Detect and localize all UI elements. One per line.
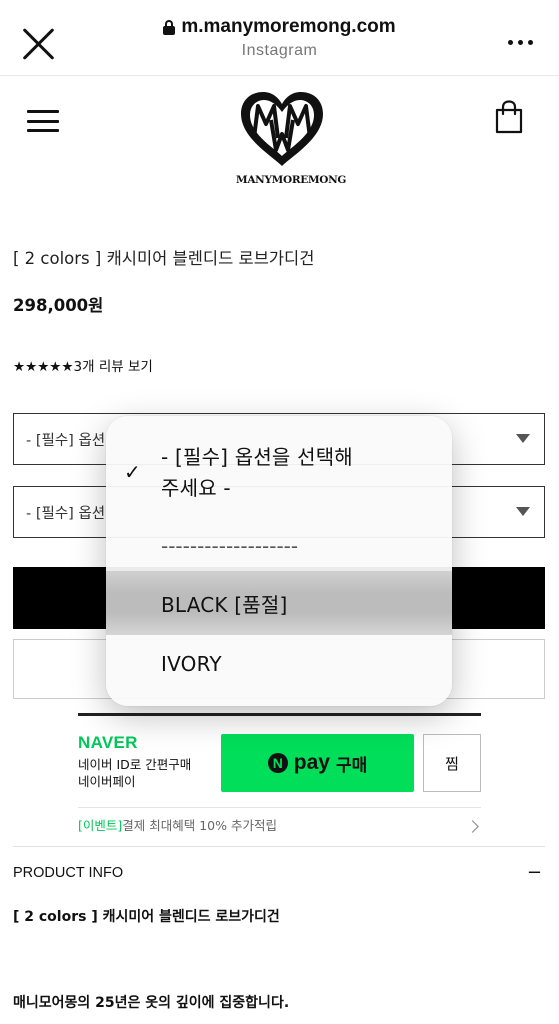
chevron-down-icon	[516, 507, 530, 516]
option-ivory-label: IVORY	[161, 652, 222, 676]
url-display: m.manymoremong.com	[163, 16, 396, 38]
event-banner[interactable]: [이벤트]결제 최대혜택 10% 추가적립	[78, 807, 481, 834]
section-divider	[13, 846, 545, 847]
product-price: 298,000원	[13, 296, 104, 315]
placeholder-line1: - [필수] 옵션을 선택해	[161, 445, 353, 469]
dropdown-option-black[interactable]: BLACK [품절]	[106, 571, 452, 635]
placeholder-line2: 주세요 -	[161, 476, 231, 500]
npay-buy-button[interactable]: N pay 구매	[221, 734, 414, 792]
more-options-icon[interactable]	[508, 40, 533, 45]
site-logo[interactable]: MANYMOREMONG	[236, 90, 347, 190]
npay-buy-label: 구매	[335, 755, 368, 776]
menu-icon[interactable]	[27, 110, 59, 132]
dropdown-option-ivory[interactable]: IVORY	[106, 636, 452, 692]
product-info-body: 매니모어몽의 25년은 옷의 깊이에 집중합니다.	[13, 995, 290, 1011]
lock-icon	[163, 20, 176, 35]
browser-top-bar: m.manymoremong.com Instagram	[0, 0, 559, 76]
naver-n-icon: N	[267, 753, 288, 773]
naver-desc-line1: 네이버 ID로 간편구매	[78, 757, 192, 772]
naver-pay-description: 네이버 ID로 간편구매 네이버페이	[78, 756, 191, 790]
option-dropdown-menu: ✓ - [필수] 옵션을 선택해 주세요 - -----------------…	[106, 416, 452, 706]
wishlist-button[interactable]: 찜	[423, 734, 481, 792]
product-info-heading[interactable]: PRODUCT INFO	[13, 865, 123, 881]
collapse-icon[interactable]: −	[527, 862, 542, 883]
dropdown-option-placeholder[interactable]: - [필수] 옵션을 선택해 주세요 -	[106, 442, 452, 504]
address-area[interactable]: m.manymoremong.com Instagram	[0, 16, 559, 60]
heart-logo-icon	[241, 92, 323, 166]
naver-logo: NAVER	[78, 733, 138, 752]
product-title: [ 2 colors ] 캐시미어 블렌디드 로브가디건	[13, 249, 315, 268]
naver-pay-box: NAVER 네이버 ID로 간편구매 네이버페이 N pay 구매 찜 [이벤트…	[78, 713, 481, 833]
event-tag: [이벤트]	[78, 818, 123, 833]
naver-desc-line2: 네이버페이	[78, 774, 136, 789]
logo-wordmark: MANYMOREMONG	[236, 174, 347, 186]
option-black-label: BLACK [품절]	[161, 592, 288, 617]
dropdown-separator: -------------------	[161, 534, 299, 558]
source-app-label: Instagram	[241, 42, 318, 59]
option-select-2-value: - [필수] 옵션	[26, 505, 106, 522]
shopping-bag-icon[interactable]	[494, 100, 524, 134]
url-text: m.manymoremong.com	[181, 16, 396, 37]
option-select-1-value: - [필수] 옵션	[26, 432, 106, 449]
review-link[interactable]: ★★★★★3개 리뷰 보기	[13, 355, 153, 375]
product-info-title: [ 2 colors ] 캐시미어 블렌디드 로브가디건	[13, 909, 280, 925]
npay-pay-label: pay	[293, 751, 330, 774]
event-text: 결제 최대혜택 10% 추가적립	[122, 818, 277, 833]
chevron-down-icon	[516, 434, 530, 443]
